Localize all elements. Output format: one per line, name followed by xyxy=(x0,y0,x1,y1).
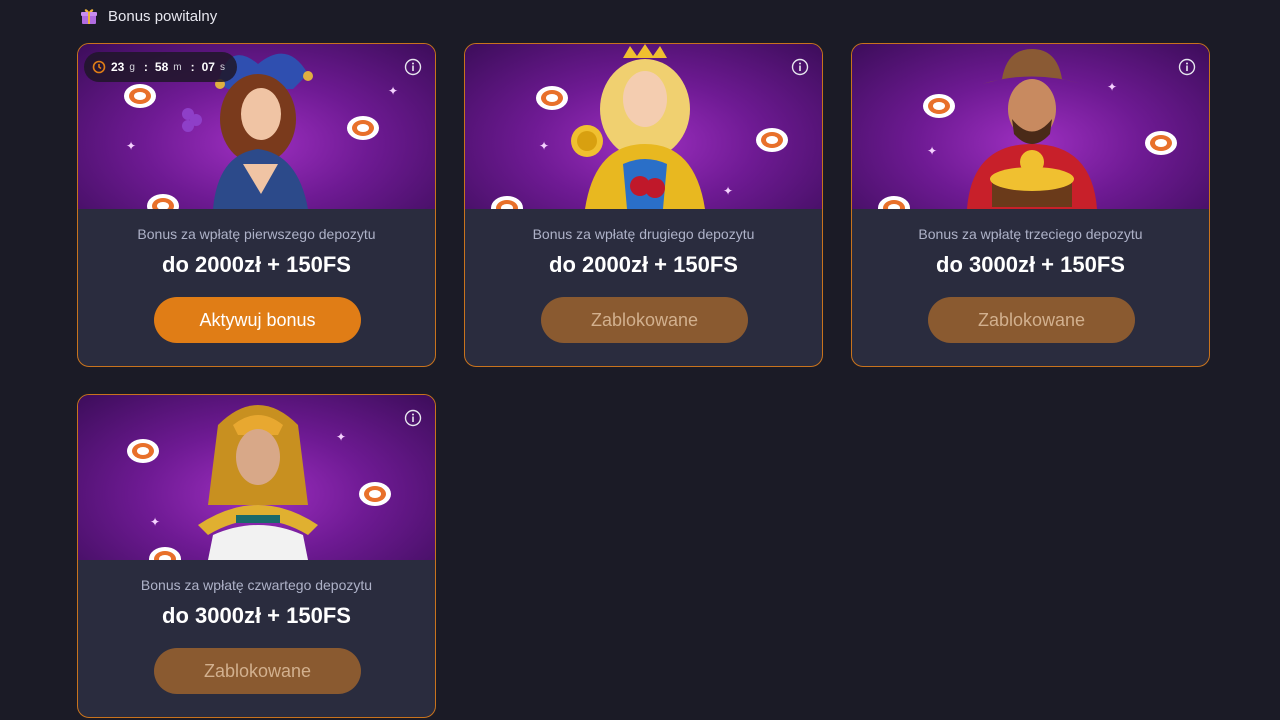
casino-chip-icon xyxy=(1145,131,1177,155)
info-icon[interactable] xyxy=(791,58,809,76)
casino-chip-icon xyxy=(923,94,955,118)
activate-bonus-button[interactable]: Aktywuj bonus xyxy=(154,297,361,343)
bonus-card-2: ✦ ✦ Bonus za wpłatę drugiego depozytu do… xyxy=(464,43,823,367)
locked-bonus-button[interactable]: Zablokowane xyxy=(154,648,361,694)
card-subtitle: Bonus za wpłatę pierwszego depozytu xyxy=(137,226,376,242)
countdown-timer: 23 g : 58 m : 07 s xyxy=(84,52,237,82)
timer-seconds-unit: s xyxy=(219,61,225,73)
card-subtitle: Bonus za wpłatę trzeciego depozytu xyxy=(918,226,1143,242)
timer-separator: : xyxy=(143,60,148,74)
sparkle-icon: ✦ xyxy=(927,144,938,158)
casino-chip-icon xyxy=(536,86,568,110)
casino-chip-icon xyxy=(359,482,391,506)
timer-separator: : xyxy=(190,60,195,74)
sparkle-icon: ✦ xyxy=(150,515,161,529)
sparkle-icon: ✦ xyxy=(388,84,399,98)
casino-chip-icon xyxy=(491,196,523,209)
sparkle-icon: ✦ xyxy=(336,430,347,444)
card-body: Bonus za wpłatę czwartego depozytu do 30… xyxy=(78,560,435,717)
card-body: Bonus za wpłatę trzeciego depozytu do 30… xyxy=(852,209,1209,366)
info-icon[interactable] xyxy=(404,409,422,427)
casino-chip-icon xyxy=(147,194,179,209)
card-amount: do 3000zł + 150FS xyxy=(936,252,1125,277)
queen-character-image xyxy=(571,44,705,209)
sparkle-icon: ✦ xyxy=(126,139,137,153)
bonus-card-4: ✦ ✦ Bonus za wpłatę czwartego depozytu d… xyxy=(77,394,436,718)
casino-chip-icon xyxy=(756,128,788,152)
card-banner: ✦ ✦ xyxy=(852,44,1209,209)
casino-chip-icon xyxy=(127,439,159,463)
treasure-hunter-character-image xyxy=(967,49,1097,209)
section-title: Bonus powitalny xyxy=(108,7,218,25)
casino-chip-icon xyxy=(347,116,379,140)
info-icon[interactable] xyxy=(1178,58,1196,76)
card-amount: do 2000zł + 150FS xyxy=(549,252,738,277)
timer-seconds: 07 xyxy=(201,60,215,74)
sparkle-icon: ✦ xyxy=(723,184,734,198)
clock-icon xyxy=(92,60,106,74)
card-body: Bonus za wpłatę pierwszego depozytu do 2… xyxy=(78,209,435,366)
card-banner: ✦ ✦ xyxy=(465,44,822,209)
card-amount: do 3000zł + 150FS xyxy=(162,603,351,628)
card-subtitle: Bonus za wpłatę drugiego depozytu xyxy=(532,226,755,242)
timer-minutes-unit: m xyxy=(173,61,182,73)
locked-bonus-button[interactable]: Zablokowane xyxy=(541,297,748,343)
gift-icon xyxy=(81,9,97,24)
card-amount: do 2000zł + 150FS xyxy=(162,252,351,277)
casino-chip-icon xyxy=(124,84,156,108)
info-icon[interactable] xyxy=(404,58,422,76)
cleopatra-character-image xyxy=(198,405,318,560)
bonus-page: Bonus powitalny ✦ ✦ 23 g : 58 m : 07 s B… xyxy=(0,0,1280,720)
timer-days-unit: g xyxy=(129,61,135,73)
casino-chip-icon xyxy=(878,196,910,209)
sparkle-icon: ✦ xyxy=(1107,80,1118,94)
card-body: Bonus za wpłatę drugiego depozytu do 200… xyxy=(465,209,822,366)
bonus-card-3: ✦ ✦ Bonus za wpłatę trzeciego depozytu d… xyxy=(851,43,1210,367)
card-subtitle: Bonus za wpłatę czwartego depozytu xyxy=(140,577,373,593)
section-header: Bonus powitalny xyxy=(80,5,217,27)
timer-minutes: 58 xyxy=(154,60,169,74)
casino-chip-icon xyxy=(149,547,181,560)
card-banner: ✦ ✦ xyxy=(78,395,435,560)
locked-bonus-button[interactable]: Zablokowane xyxy=(928,297,1135,343)
sparkle-icon: ✦ xyxy=(539,139,550,153)
timer-days: 23 xyxy=(111,60,125,74)
bonus-card-1: ✦ ✦ 23 g : 58 m : 07 s Bonus za wpłatę pier… xyxy=(77,43,436,367)
